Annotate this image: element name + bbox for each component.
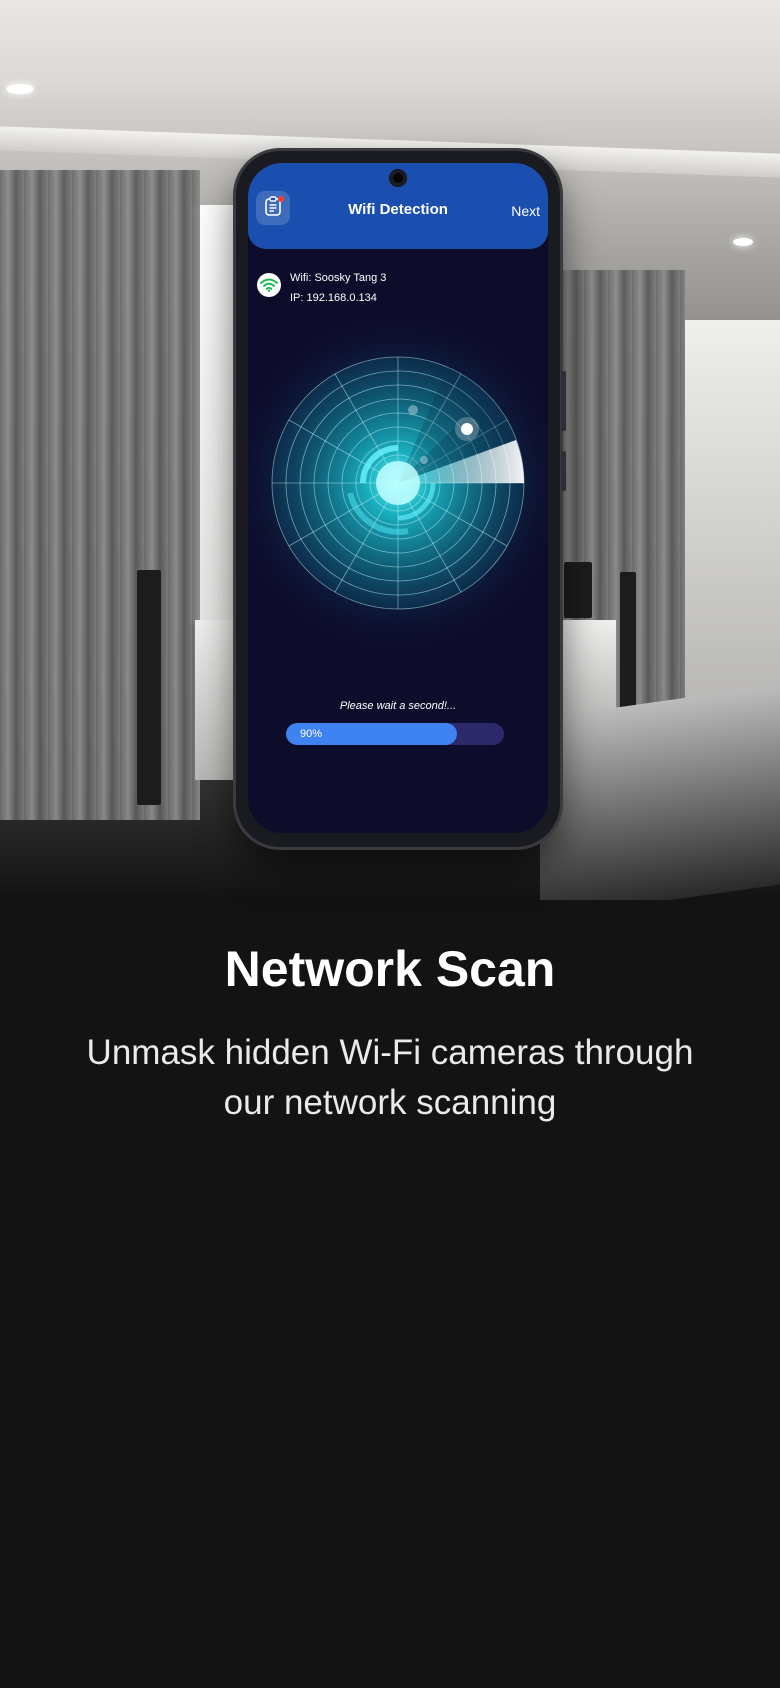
feature-description-line: Unmask hidden Wi-Fi cameras through [86,1033,694,1072]
scan-progress-label: 90% [300,728,323,740]
radar-icon [248,308,548,658]
scan-progress-bar: 90% [286,723,504,745]
front-camera [389,169,407,187]
phone-mockup: Wifi Detection Next Wifi: Soosky Tang 3 … [236,151,566,847]
wifi-icon [257,273,281,297]
feature-headline: Network Scan [224,941,556,997]
floor-speaker [137,570,161,805]
phone-side-button [561,371,566,431]
scan-wait-text: Please wait a second!... [339,700,457,712]
phone-side-button [561,451,566,491]
feature-description-line: our network scanning [223,1083,557,1122]
wardrobe [685,320,780,700]
nightstand [556,620,616,720]
ceiling-light [6,84,34,94]
radar-scanner [248,303,548,663]
bed [540,681,780,900]
next-button[interactable]: Next [511,203,540,219]
wifi-name-label: Wifi: Soosky Tang 3 [290,272,387,284]
ceiling-light [733,238,753,246]
bookshelf-speaker [564,562,592,618]
phone-screen: Wifi Detection Next Wifi: Soosky Tang 3 … [248,163,548,833]
dresser [195,620,235,780]
floor-speaker [620,572,636,712]
curtain-left [0,170,200,820]
feature-description: Unmask hidden Wi-Fi cameras through our … [70,1028,710,1128]
app-title: Wifi Detection [348,201,448,218]
app-header: Wifi Detection Next [248,163,548,249]
